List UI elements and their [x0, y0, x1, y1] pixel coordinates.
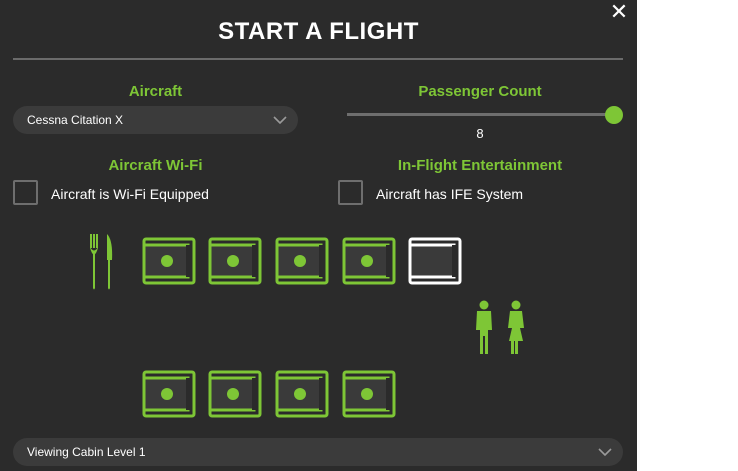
- cabin-level-dropdown[interactable]: Viewing Cabin Level 1: [13, 438, 623, 466]
- seat-occupied[interactable]: [275, 370, 329, 420]
- seat-empty[interactable]: [408, 237, 462, 287]
- restroom-icon: [473, 300, 529, 361]
- start-flight-dialog: ✕ START A FLIGHT Aircraft Cessna Citatio…: [0, 0, 637, 471]
- aircraft-selected-value: Cessna Citation X: [27, 113, 124, 127]
- seat-occupied[interactable]: [142, 237, 196, 287]
- ife-checkbox-label[interactable]: Aircraft has IFE System: [376, 186, 523, 202]
- ife-label: In-Flight Entertainment: [397, 157, 563, 174]
- aircraft-dropdown[interactable]: Cessna Citation X: [13, 106, 298, 134]
- title-divider: [13, 58, 623, 60]
- chevron-down-icon: [597, 438, 613, 466]
- passenger-count-label: Passenger Count: [418, 83, 542, 100]
- wifi-checkbox[interactable]: [13, 180, 38, 205]
- seat-occupied[interactable]: [142, 370, 196, 420]
- passenger-slider-track[interactable]: [347, 113, 615, 116]
- seat-occupied[interactable]: [208, 370, 262, 420]
- seat-occupied[interactable]: [275, 237, 329, 287]
- wifi-label: Aircraft Wi-Fi: [108, 157, 203, 174]
- passenger-count-value: 8: [476, 126, 484, 141]
- cabin-level-value: Viewing Cabin Level 1: [27, 445, 146, 459]
- dialog-title: START A FLIGHT: [218, 18, 419, 45]
- ife-checkbox[interactable]: [338, 180, 363, 205]
- seat-occupied[interactable]: [208, 237, 262, 287]
- aircraft-label: Aircraft: [128, 83, 183, 100]
- fork-knife-icon: [88, 232, 116, 297]
- passenger-slider-thumb[interactable]: [605, 106, 623, 124]
- wifi-checkbox-label[interactable]: Aircraft is Wi-Fi Equipped: [51, 186, 209, 202]
- seat-occupied[interactable]: [342, 237, 396, 287]
- seat-occupied[interactable]: [342, 370, 396, 420]
- chevron-down-icon: [272, 106, 288, 134]
